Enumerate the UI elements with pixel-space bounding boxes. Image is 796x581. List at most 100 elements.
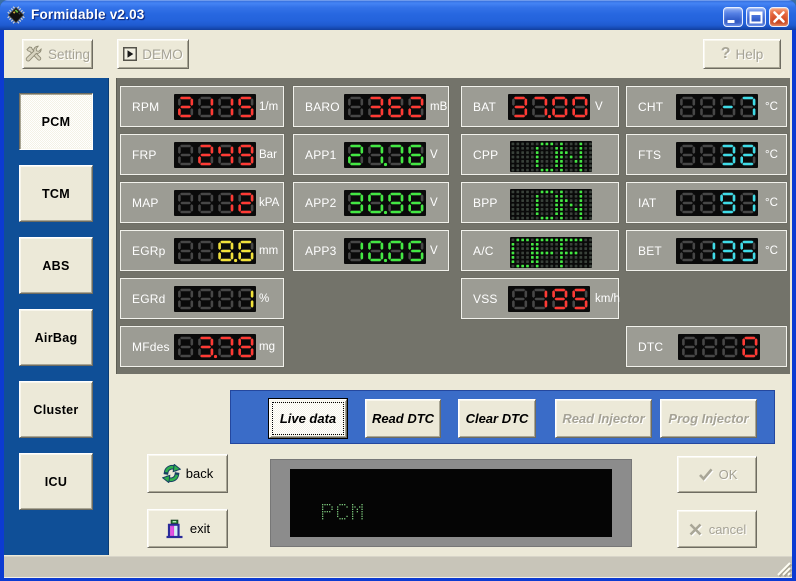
gauge-label: MFdes [132, 340, 170, 354]
minimize-button[interactable] [723, 7, 743, 27]
gauge-unit: °C [765, 245, 778, 257]
ok-button[interactable]: OK [677, 456, 757, 493]
screen-text [290, 469, 612, 537]
gauge-unit: 1/m [259, 101, 278, 113]
gauge-frp: FRPBar [120, 134, 284, 175]
sidebar-item-label: ABS [42, 259, 69, 273]
sidebar-item-label: ICU [45, 475, 67, 489]
led-display [508, 286, 590, 312]
sidebar-item-label: TCM [42, 187, 70, 201]
exit-button[interactable]: exit [147, 509, 228, 548]
gauge-label: EGRp [132, 244, 165, 258]
help-button[interactable]: ? Help [703, 39, 781, 69]
toolbar-button-label: Help [736, 47, 764, 62]
gauge-app3: APP3V [293, 230, 449, 271]
gauge-label: RPM [132, 100, 159, 114]
clear-dtc-button[interactable]: Clear DTC [458, 399, 536, 438]
gauge-unit: V [430, 197, 438, 209]
led-display [510, 189, 592, 220]
gauge-label: EGRd [132, 292, 165, 306]
message-screen [290, 469, 612, 537]
toolbar-button-label: DEMO [142, 47, 183, 62]
led-display [344, 238, 426, 264]
sidebar-item-tcm[interactable]: TCM [19, 165, 93, 222]
back-button[interactable]: back [147, 454, 228, 493]
led-display [510, 237, 592, 268]
gauge-rpm: RPM 1/m [120, 86, 284, 127]
led-display [174, 238, 256, 264]
read-injector-button[interactable]: Read Injector [555, 399, 652, 438]
led-display [508, 94, 590, 120]
cancel-button-label: cancel [709, 522, 747, 537]
gauge-unit: % [259, 293, 269, 305]
sidebar-item-cluster[interactable]: Cluster [19, 381, 93, 438]
title-bar[interactable]: Formidable v2.03 [0, 0, 796, 30]
gauge-label: BPP [473, 196, 498, 210]
gauge-label: MAP [132, 196, 159, 210]
client-area: Setting DEMO? Help PCM TCM ABS AirBag Cluster… [4, 30, 792, 577]
gauge-iat: IAT°C [626, 182, 787, 223]
gauge-bat: BAT V [461, 86, 619, 127]
exit-door-icon [165, 519, 185, 539]
sidebar-item-icu[interactable]: ICU [19, 453, 93, 510]
gauge-unit: °C [765, 197, 778, 209]
gauge-vss: VSSkm/h [461, 278, 619, 319]
gauge-unit: V [595, 101, 603, 113]
sidebar-item-label: PCM [42, 115, 71, 129]
question-icon: ? [721, 45, 731, 63]
tools-icon [25, 45, 43, 63]
back-button-label: back [186, 466, 213, 481]
action-button-label: Read DTC [372, 411, 434, 426]
action-button-label: Clear DTC [466, 411, 529, 426]
gauge-panel: RPM1/mFRPBarMAPkPAEGRpmmEGRd%MFdesmgBARO… [116, 78, 790, 374]
gauge-label: CPP [473, 148, 498, 162]
refresh-icon [162, 464, 181, 483]
gauge-baro: BAROmB [293, 86, 449, 127]
gauge-label: APP3 [305, 244, 337, 258]
gauge-label: APP1 [305, 148, 337, 162]
sidebar-item-airbag[interactable]: AirBag [19, 309, 93, 366]
app-window: Formidable v2.03 Setting DEMO? Help PCM TC… [0, 0, 796, 581]
cancel-button[interactable]: cancel [677, 510, 757, 548]
maximize-button[interactable] [746, 7, 766, 27]
gauge-cpp: CPP [461, 134, 619, 175]
led-display [344, 142, 426, 168]
led-display [676, 94, 758, 120]
gauge-label: BAT [473, 100, 496, 114]
app-chip-icon [7, 6, 25, 24]
prog-injector-button[interactable]: Prog Injector [660, 399, 757, 438]
read-dtc-button[interactable]: Read DTC [365, 399, 441, 438]
exit-button-label: exit [190, 521, 210, 536]
led-display [174, 190, 256, 216]
led-display [344, 94, 426, 120]
led-display [676, 142, 758, 168]
gauge-fts: FTS°C [626, 134, 787, 175]
demo-button[interactable]: DEMO [117, 39, 189, 69]
sidebar: PCM TCM ABS AirBag Cluster ICU [4, 78, 109, 555]
gauge-mfdes: MFdes mg [120, 326, 284, 367]
gauge-unit: mg [259, 341, 275, 353]
gauge-bpp: BPP [461, 182, 619, 223]
gauge-label: A/C [473, 244, 494, 258]
minimize-icon [724, 8, 742, 26]
live-data-button[interactable]: Live data [269, 399, 347, 438]
gauge-label: BET [638, 244, 662, 258]
gauge-cht: CHT°C [626, 86, 787, 127]
action-button-label: Prog Injector [668, 411, 748, 426]
gauge-label: APP2 [305, 196, 337, 210]
sidebar-item-label: AirBag [35, 331, 78, 345]
resize-grip[interactable] [772, 557, 792, 577]
setting-button[interactable]: Setting [22, 39, 93, 69]
gauge-egrp: EGRpmm [120, 230, 284, 271]
close-button[interactable] [769, 7, 789, 27]
toolbar-button-label: Setting [48, 47, 90, 62]
sidebar-item-label: Cluster [33, 403, 78, 417]
led-display [174, 334, 256, 360]
sidebar-item-pcm[interactable]: PCM [19, 93, 93, 150]
check-icon [697, 467, 714, 482]
x-icon [688, 522, 704, 537]
gauge-bet: BET °C [626, 230, 787, 271]
gauge-app1: APP1V [293, 134, 449, 175]
sidebar-item-abs[interactable]: ABS [19, 237, 93, 294]
gauge-label: FRP [132, 148, 157, 162]
